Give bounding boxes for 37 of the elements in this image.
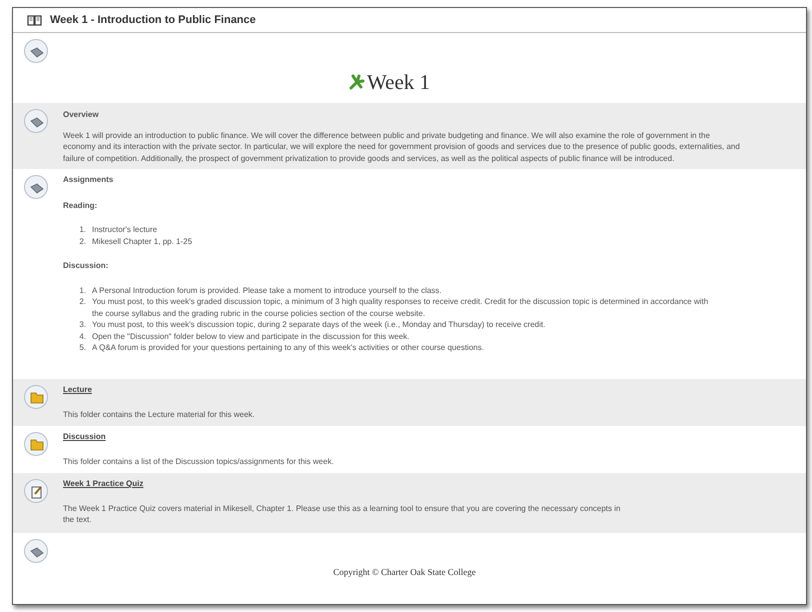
- list-number: 4.: [78, 330, 86, 342]
- folder-link[interactable]: Discussion: [63, 426, 106, 456]
- overview-text: Week 1 will provide an introduction to public finance. We will cover the difference between public and private budgeting and finance. We will also examine the role of government in the economy and its interaction with the private sector. In particular, we will explore the need for government provision of goods and services due to the presence of public goods, externalities, and failure of competition. Additionally, the prospect of government privatization to provide goods and services, as well as the political aspects of public finance will be introduced.: [63, 130, 741, 164]
- list-item-text: A Q&A forum is provided for your questions pertaining to any of this week's activities or other course questions.: [92, 342, 484, 354]
- list-item-text: You must post, to this week's graded discussion topic, a minimum of 3 high quality responses to receive credit. Credit for the discussion topic is determined in accordance with the course syllabus and the grading rubric in the course policies section of the course website.: [92, 296, 710, 319]
- quiz-link[interactable]: Week 1 Practice Quiz: [63, 473, 144, 502]
- week-heading: Week 1: [366, 71, 430, 93]
- description-text: The Week 1 Practice Quiz covers material in Mikesell, Chapter 1. Please use this as a learning tool to ensure that you are covering the necessary concepts in the text.: [63, 502, 622, 526]
- list-item-text: A Personal Introduction forum is provided. Please take a moment to introduce yourself to the class.: [92, 284, 442, 296]
- page-icon[interactable]: [23, 174, 49, 200]
- window-title: Week 1 - Introduction to Public Finance: [50, 12, 256, 28]
- list-number: 3.: [78, 319, 86, 330]
- list-number: 2.: [78, 236, 86, 247]
- subheading: Discussion:: [63, 260, 110, 272]
- list-item-text: You must post, to this week's discussion topic, during 2 separate days of the week (i.e., Monday and Thursday) to receive credit.: [92, 319, 546, 330]
- description-text: This folder contains the Lecture material for this week.: [63, 408, 256, 420]
- description-text: This folder contains a list of the Discussion topics/assignments for this week.: [63, 456, 335, 467]
- page-icon[interactable]: [23, 38, 49, 64]
- folder-icon[interactable]: [23, 431, 49, 457]
- list-item-text: Open the "Discussion" folder below to view and participate in the discussion for this week.: [92, 330, 410, 342]
- folder-icon[interactable]: [23, 384, 49, 410]
- quiz-icon[interactable]: [23, 478, 49, 504]
- copyright-text: Copyright © Charter Oak State College: [333, 566, 476, 579]
- folder-link[interactable]: Lecture: [63, 379, 92, 408]
- leaf-icon: [348, 74, 365, 90]
- list-item-text: Mikesell Chapter 1, pp. 1-25: [92, 236, 192, 247]
- subheading: Reading:: [63, 200, 98, 212]
- list-number: 5.: [78, 342, 86, 354]
- list-item-text: Instructor's lecture: [92, 224, 158, 236]
- section-title: Assignments: [63, 174, 114, 186]
- page-icon[interactable]: [23, 108, 49, 134]
- list-number: 2.: [78, 296, 86, 308]
- list-number: 1.: [78, 284, 86, 296]
- section-title: Overview: [63, 109, 100, 121]
- list-number: 1.: [78, 224, 86, 236]
- book-icon: [27, 14, 42, 26]
- page-icon[interactable]: [23, 538, 49, 564]
